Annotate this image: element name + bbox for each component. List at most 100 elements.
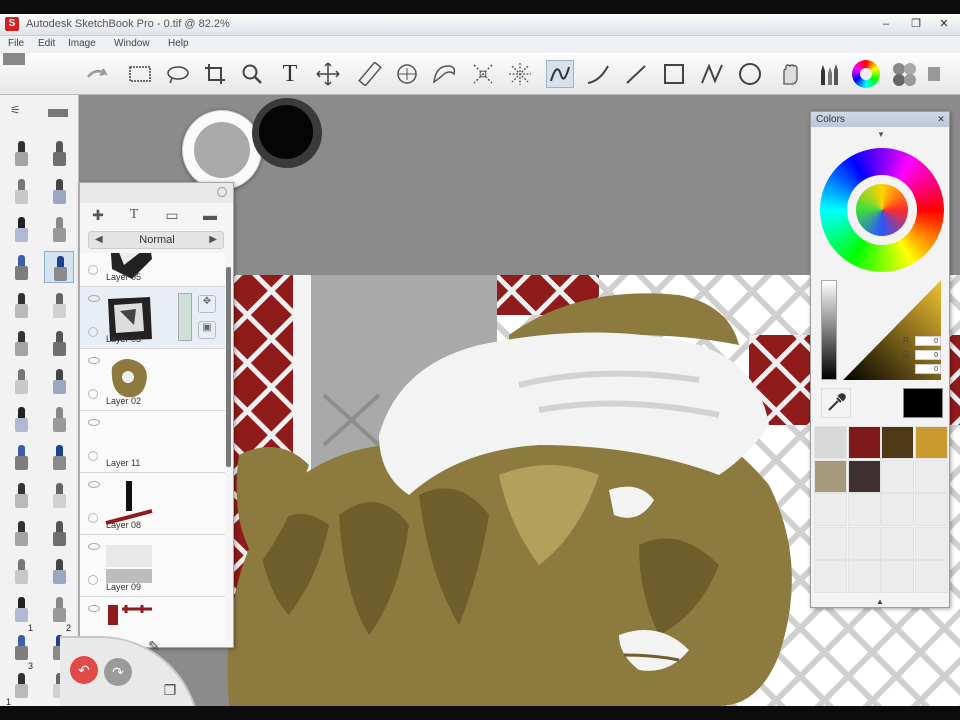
brush-8[interactable] xyxy=(44,251,74,283)
b-value[interactable]: 0 xyxy=(915,364,941,374)
layer-lock-toggle-icon[interactable]: ▣ xyxy=(198,321,216,339)
layer-lock-icon[interactable] xyxy=(88,327,98,337)
brush-1[interactable] xyxy=(6,137,36,169)
lasso-icon[interactable] xyxy=(164,60,192,88)
brush-palette-handle[interactable] xyxy=(48,109,68,117)
layer-visibility-icon[interactable] xyxy=(88,605,100,612)
maximize-button[interactable]: ❐ xyxy=(904,16,928,32)
r-value[interactable]: 0 xyxy=(915,336,941,346)
brush-16[interactable] xyxy=(44,403,74,435)
brush-7[interactable] xyxy=(6,251,36,283)
current-color-swatch[interactable] xyxy=(903,388,943,418)
color-swatch[interactable] xyxy=(914,526,948,560)
close-button[interactable]: ✕ xyxy=(932,16,956,32)
brush-21[interactable] xyxy=(6,517,36,549)
toolbar-handle[interactable] xyxy=(3,53,25,65)
color-editor-collapse-icon[interactable]: ▼ xyxy=(877,130,885,139)
ellipse-guide-icon[interactable] xyxy=(393,60,421,88)
delete-layer-icon[interactable]: ▬ xyxy=(200,207,220,225)
menu-image[interactable]: Image xyxy=(68,38,96,49)
brush-20[interactable] xyxy=(44,479,74,511)
brush-13[interactable] xyxy=(6,365,36,397)
color-wheel-inner[interactable] xyxy=(856,184,908,236)
crop-icon[interactable] xyxy=(201,60,229,88)
color-swatch[interactable] xyxy=(814,426,847,459)
line-tool-icon[interactable] xyxy=(622,60,650,88)
layer-row[interactable]: Layer 03 ✥ ▣ xyxy=(80,287,225,349)
brush-15[interactable] xyxy=(6,403,36,435)
add-layer-icon[interactable]: ✚ xyxy=(88,207,108,225)
layer-lock-icon[interactable] xyxy=(88,575,98,585)
ellipse-tool-icon[interactable] xyxy=(736,60,764,88)
layer-row[interactable]: Layer 09 xyxy=(80,535,225,597)
color-swatch[interactable] xyxy=(847,459,881,493)
brush-19[interactable] xyxy=(6,479,36,511)
menu-help[interactable]: Help xyxy=(168,38,189,49)
color-swatch[interactable] xyxy=(814,459,847,493)
color-swatch[interactable] xyxy=(881,560,914,593)
layer-visibility-icon[interactable] xyxy=(88,419,100,426)
color-swatch[interactable] xyxy=(881,426,914,459)
rect-select-icon[interactable] xyxy=(126,60,154,88)
color-swatch[interactable] xyxy=(914,560,948,593)
color-swatch[interactable] xyxy=(814,560,847,593)
text-layer-icon[interactable]: T xyxy=(124,207,144,225)
pen-lagoon-icon[interactable]: ✎ xyxy=(140,632,168,660)
french-curve-icon[interactable] xyxy=(431,60,459,88)
brush-14[interactable] xyxy=(44,365,74,397)
polyline-tool-icon[interactable] xyxy=(698,60,726,88)
eyedropper-icon[interactable] xyxy=(821,388,851,418)
hand-icon[interactable] xyxy=(776,60,804,88)
menu-edit[interactable]: Edit xyxy=(38,38,55,49)
brush-23[interactable] xyxy=(6,555,36,587)
brush-17[interactable] xyxy=(6,441,36,473)
brush-22[interactable] xyxy=(44,517,74,549)
brush-27[interactable] xyxy=(6,631,36,663)
redo-lagoon-icon[interactable]: ↷ xyxy=(104,658,132,686)
brush-18[interactable] xyxy=(44,441,74,473)
color-swatch[interactable] xyxy=(814,526,847,560)
layer-row[interactable]: Layer 02 xyxy=(80,349,225,411)
ruler-icon[interactable] xyxy=(356,60,384,88)
layer-editor-close-icon[interactable] xyxy=(217,187,227,197)
g-value[interactable]: 0 xyxy=(915,350,941,360)
layer-move-icon[interactable]: ✥ xyxy=(198,295,216,313)
brush-4[interactable] xyxy=(44,175,74,207)
color-swatch[interactable] xyxy=(914,426,948,459)
radial-symmetry-icon[interactable] xyxy=(506,60,534,88)
brush-options-icon[interactable]: ⚟ xyxy=(10,103,21,117)
undo-icon[interactable]: ↶ xyxy=(70,656,98,684)
color-swatch[interactable] xyxy=(881,526,914,560)
layer-visibility-icon[interactable] xyxy=(88,481,100,488)
brush-puck-color[interactable] xyxy=(252,98,322,168)
layer-lock-icon[interactable] xyxy=(88,265,98,275)
color-swatch[interactable] xyxy=(847,493,881,526)
blend-mode-selector[interactable]: ◀ Normal ▶ xyxy=(88,231,224,249)
layer-visibility-icon[interactable] xyxy=(88,295,100,302)
layer-row[interactable]: Layer 08 xyxy=(80,473,225,535)
menu-window[interactable]: Window xyxy=(114,38,150,49)
copic-library-icon[interactable] xyxy=(890,60,918,88)
value-strip[interactable] xyxy=(821,280,837,380)
color-swatch[interactable] xyxy=(847,560,881,593)
layer-visibility-icon[interactable] xyxy=(88,357,100,364)
layer-lock-icon[interactable] xyxy=(88,389,98,399)
curve-tool-icon[interactable] xyxy=(584,60,612,88)
layer-lock-icon[interactable] xyxy=(88,513,98,523)
brush-5[interactable] xyxy=(6,213,36,245)
color-editor-close-icon[interactable]: ✕ xyxy=(936,114,946,124)
color-wheel[interactable] xyxy=(820,148,944,272)
minimize-button[interactable]: – xyxy=(874,16,898,32)
menu-file[interactable]: File xyxy=(8,38,24,49)
rectangle-tool-icon[interactable] xyxy=(660,60,688,88)
layer-row[interactable]: Layer 11 xyxy=(80,411,225,473)
copy-lagoon-icon[interactable]: ❐ xyxy=(156,676,184,704)
text-tool-icon[interactable]: T xyxy=(276,60,304,88)
brush-12[interactable] xyxy=(44,327,74,359)
color-swatch[interactable] xyxy=(914,493,948,526)
color-wheel-icon[interactable] xyxy=(852,60,880,88)
symmetry-icon[interactable] xyxy=(469,60,497,88)
layer-row[interactable]: Layer 05 xyxy=(80,253,225,287)
brush-24[interactable] xyxy=(44,555,74,587)
move-icon[interactable] xyxy=(314,60,342,88)
